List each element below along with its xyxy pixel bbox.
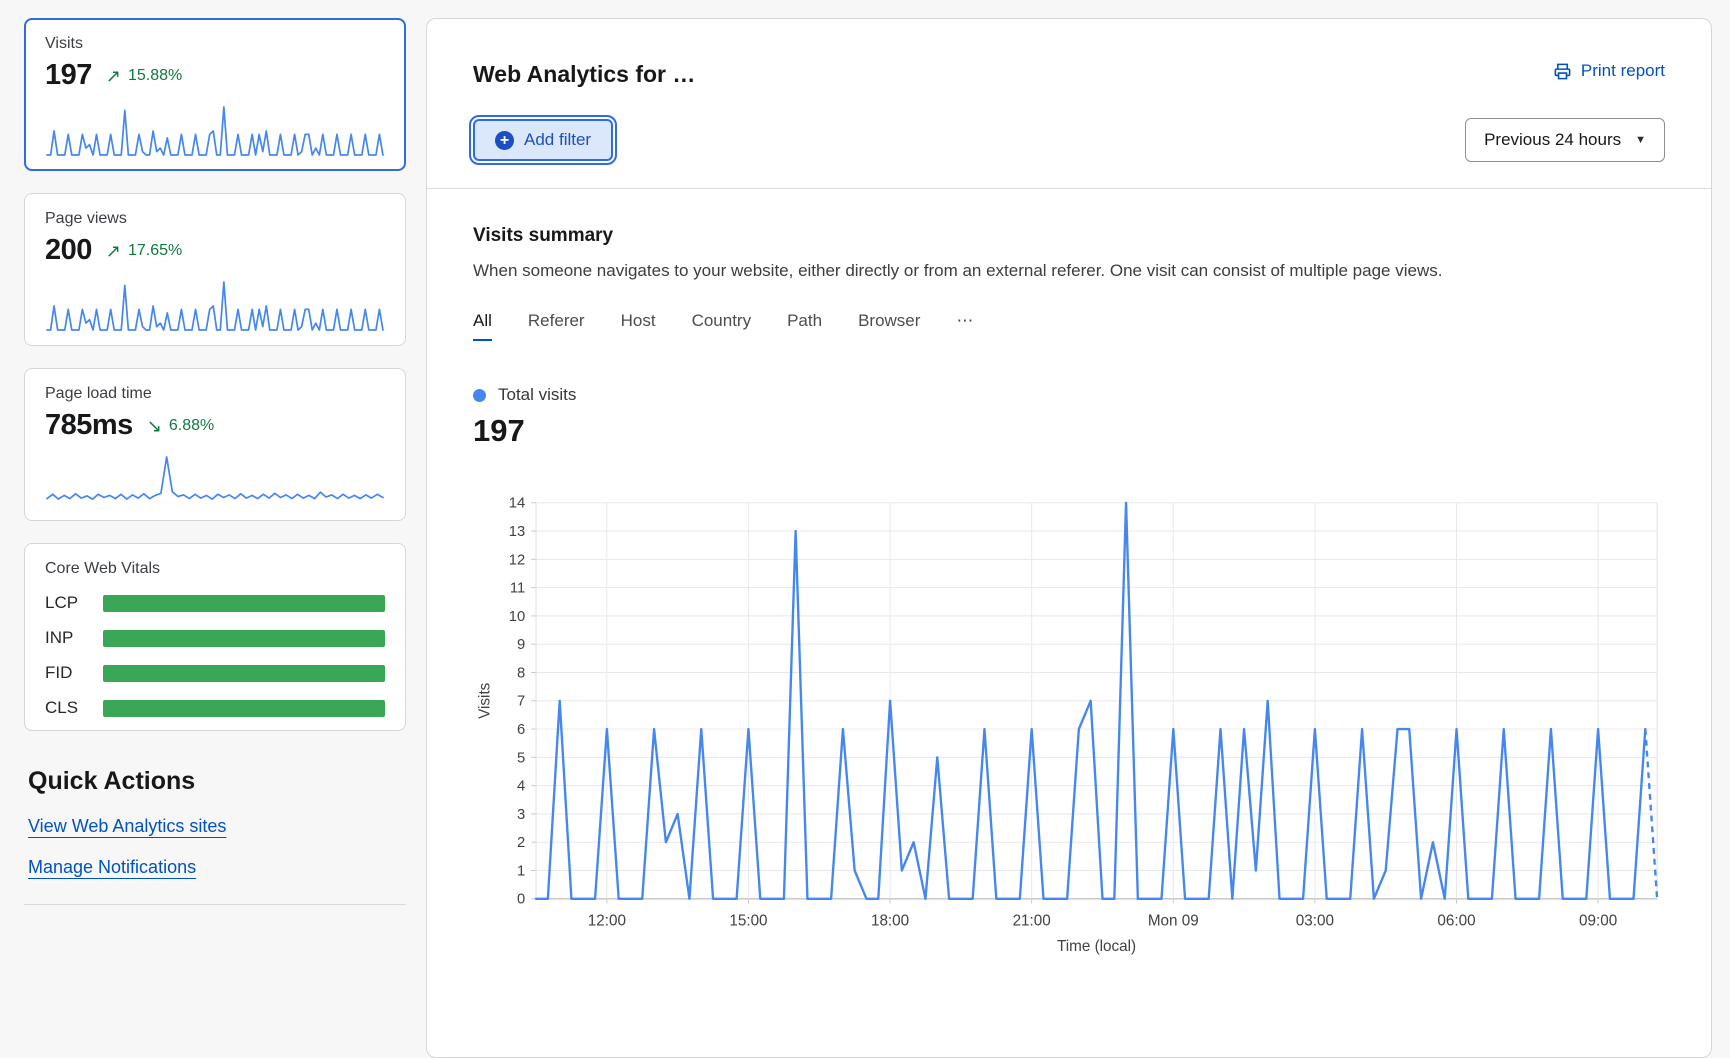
cwv-good-bar bbox=[103, 595, 385, 612]
print-report-label: Print report bbox=[1581, 61, 1665, 81]
manage-notifications-link[interactable]: Manage Notifications bbox=[28, 857, 402, 878]
tab-host[interactable]: Host bbox=[621, 311, 656, 341]
svg-text:4: 4 bbox=[517, 779, 525, 795]
sidebar: Visits 197 ↗ 15.88% Page views 200 ↗ 17.… bbox=[24, 18, 406, 905]
cwv-metric-label: FID bbox=[45, 663, 87, 683]
trend-up-icon: ↗ bbox=[106, 242, 121, 260]
trend-up-icon: ↗ bbox=[106, 67, 121, 85]
svg-text:6: 6 bbox=[517, 722, 525, 738]
cwv-metric-label: INP bbox=[45, 628, 87, 648]
cwv-row-cls: CLS bbox=[45, 698, 385, 718]
print-report-link[interactable]: Print report bbox=[1553, 61, 1665, 81]
cwv-metric-label: CLS bbox=[45, 698, 87, 718]
chart-legend: Total visits bbox=[473, 385, 1665, 405]
svg-text:5: 5 bbox=[517, 750, 525, 766]
web-analytics-panel: Web Analytics for … Print report + Add f… bbox=[426, 18, 1712, 1058]
metric-card-page-load-time[interactable]: Page load time 785ms ↘ 6.88% bbox=[24, 368, 406, 521]
svg-text:18:00: 18:00 bbox=[871, 912, 909, 929]
metric-label: Page views bbox=[45, 210, 385, 228]
quick-actions-title: Quick Actions bbox=[28, 767, 402, 796]
page-title: Web Analytics for … bbox=[473, 61, 695, 88]
legend-dot-icon bbox=[473, 389, 486, 402]
tab-browser[interactable]: Browser bbox=[858, 311, 920, 341]
svg-text:09:00: 09:00 bbox=[1579, 912, 1617, 929]
metric-value: 197 bbox=[45, 59, 92, 92]
cwv-good-bar bbox=[103, 630, 385, 647]
tab-country[interactable]: Country bbox=[692, 311, 752, 341]
metric-card-visits[interactable]: Visits 197 ↗ 15.88% bbox=[24, 18, 406, 171]
plus-icon: + bbox=[495, 131, 514, 150]
visits-summary-section: Visits summary When someone navigates to… bbox=[473, 189, 1665, 960]
cwv-metric-label: LCP bbox=[45, 593, 87, 613]
page-views-sparkline bbox=[45, 277, 385, 333]
svg-text:9: 9 bbox=[517, 637, 525, 653]
add-filter-label: Add filter bbox=[524, 130, 591, 150]
sidebar-divider bbox=[24, 904, 406, 905]
svg-text:8: 8 bbox=[517, 665, 525, 681]
core-web-vitals-card[interactable]: Core Web Vitals LCP INP FID CLS bbox=[24, 543, 406, 731]
add-filter-button[interactable]: + Add filter bbox=[473, 119, 613, 161]
svg-text:21:00: 21:00 bbox=[1013, 912, 1051, 929]
svg-text:0: 0 bbox=[517, 892, 525, 908]
trend-value: 6.88% bbox=[169, 417, 214, 435]
trend-value: 17.65% bbox=[128, 242, 182, 260]
trend-badge: ↗ 17.65% bbox=[106, 242, 182, 260]
metric-label: Page load time bbox=[45, 385, 385, 403]
printer-icon bbox=[1553, 62, 1572, 81]
svg-text:03:00: 03:00 bbox=[1296, 912, 1334, 929]
tab-path[interactable]: Path bbox=[787, 311, 822, 341]
cwv-row-inp: INP bbox=[45, 628, 385, 648]
page-load-time-sparkline bbox=[45, 452, 385, 508]
cwv-row-fid: FID bbox=[45, 663, 385, 683]
total-visits-value: 197 bbox=[473, 413, 1665, 449]
svg-text:12:00: 12:00 bbox=[588, 912, 626, 929]
svg-text:3: 3 bbox=[517, 807, 525, 823]
trend-value: 15.88% bbox=[128, 67, 182, 85]
svg-text:Visits: Visits bbox=[477, 682, 494, 719]
visits-sparkline bbox=[45, 102, 385, 158]
visits-summary-title: Visits summary bbox=[473, 225, 1665, 247]
svg-text:13: 13 bbox=[509, 524, 525, 540]
svg-text:Time (local): Time (local) bbox=[1057, 938, 1136, 955]
cwv-row-lcp: LCP bbox=[45, 593, 385, 613]
svg-text:7: 7 bbox=[517, 694, 525, 710]
svg-text:12: 12 bbox=[509, 552, 525, 568]
cwv-good-bar bbox=[103, 700, 385, 717]
svg-text:14: 14 bbox=[509, 496, 525, 512]
svg-text:10: 10 bbox=[509, 609, 525, 625]
svg-text:1: 1 bbox=[517, 863, 525, 879]
svg-text:Mon 09: Mon 09 bbox=[1148, 912, 1199, 929]
svg-text:2: 2 bbox=[517, 835, 525, 851]
metric-label: Visits bbox=[45, 35, 385, 53]
chevron-down-icon: ▼ bbox=[1635, 134, 1646, 146]
legend-label: Total visits bbox=[498, 385, 576, 405]
core-web-vitals-title: Core Web Vitals bbox=[45, 560, 385, 578]
visits-line-chart: 0123456789101112131412:0015:0018:0021:00… bbox=[473, 487, 1665, 960]
tab-more-ellipsis-icon[interactable]: ⋯ bbox=[956, 311, 975, 341]
svg-text:06:00: 06:00 bbox=[1437, 912, 1475, 929]
metric-value: 785ms bbox=[45, 409, 133, 442]
metric-value: 200 bbox=[45, 234, 92, 267]
tab-all[interactable]: All bbox=[473, 311, 492, 341]
view-web-analytics-sites-link[interactable]: View Web Analytics sites bbox=[28, 816, 402, 837]
time-range-dropdown[interactable]: Previous 24 hours ▼ bbox=[1465, 118, 1665, 162]
cwv-good-bar bbox=[103, 665, 385, 682]
svg-text:15:00: 15:00 bbox=[729, 912, 767, 929]
trend-down-icon: ↘ bbox=[147, 417, 162, 435]
metric-card-page-views[interactable]: Page views 200 ↗ 17.65% bbox=[24, 193, 406, 346]
trend-badge: ↘ 6.88% bbox=[147, 417, 214, 435]
time-range-label: Previous 24 hours bbox=[1484, 130, 1621, 150]
visits-summary-description: When someone navigates to your website, … bbox=[473, 261, 1665, 281]
svg-text:11: 11 bbox=[510, 581, 525, 597]
dimension-tabs: All Referer Host Country Path Browser ⋯ bbox=[473, 311, 1665, 341]
tab-referer[interactable]: Referer bbox=[528, 311, 585, 341]
trend-badge: ↗ 15.88% bbox=[106, 67, 182, 85]
